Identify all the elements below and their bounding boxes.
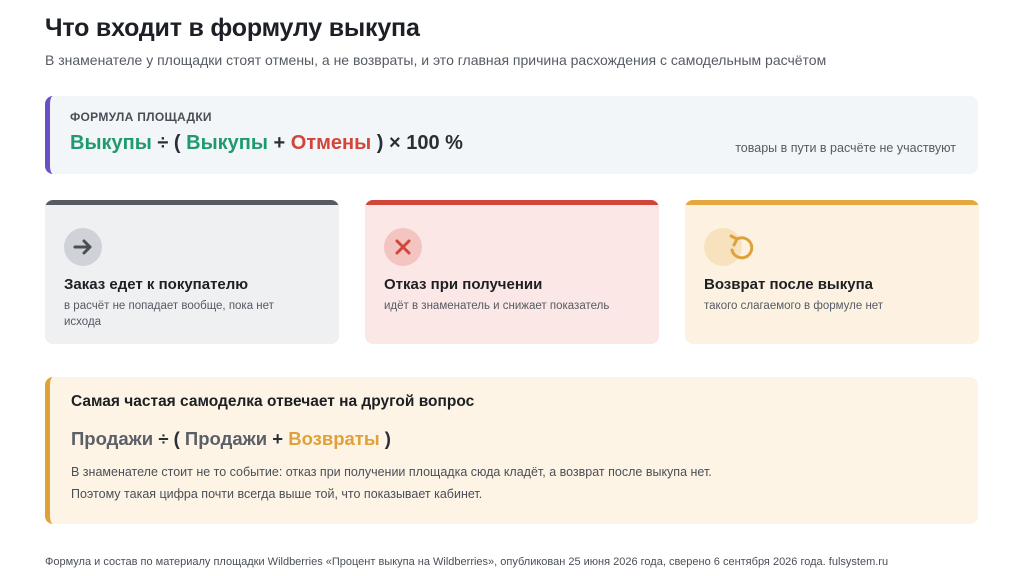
formula-operator: + xyxy=(267,428,289,449)
formula-operator: ÷ ( xyxy=(151,132,187,154)
formula-term-cancellations: Отмены xyxy=(290,132,372,154)
card-title: Возврат после выкупа xyxy=(704,276,873,293)
formula-operator: ) × 100 % xyxy=(371,132,463,154)
platform-formula-label: ФОРМУЛА ПЛОЩАДКИ xyxy=(70,110,212,124)
card-refusal-on-receipt: Отказ при получении идёт в знаменатель и… xyxy=(365,200,659,344)
formula-term-sales: Продажи xyxy=(184,428,268,449)
card-description: в расчёт не попадает вообще, пока нет ис… xyxy=(64,300,274,328)
arrow-right-icon xyxy=(64,228,102,266)
x-icon xyxy=(384,228,422,266)
formula-operator: ÷ ( xyxy=(153,428,185,449)
card-accent-bar xyxy=(365,200,659,205)
card-description: идёт в знаменатель и снижает показатель xyxy=(384,300,610,312)
card-return-after-buyout: Возврат после выкупа такого слагаемого в… xyxy=(685,200,979,344)
card-accent-bar xyxy=(45,200,339,205)
page-title: Что входит в формулу выкупа xyxy=(45,14,420,42)
platform-formula-panel: ФОРМУЛА ПЛОЩАДКИ Выкупы ÷ ( Выкупы + Отм… xyxy=(45,96,978,174)
card-title: Заказ едет к покупателю xyxy=(64,276,249,293)
homemade-formula-panel: Самая частая самоделка отвечает на друго… xyxy=(45,377,978,524)
formula-term-sales: Продажи xyxy=(71,428,154,449)
homemade-formula: Продажи ÷ ( Продажи + Возвраты ) xyxy=(71,428,391,450)
platform-formula: Выкупы ÷ ( Выкупы + Отмены ) × 100 % xyxy=(70,132,463,155)
page-subtitle: В знаменателе у площадки стоят отмены, а… xyxy=(45,52,827,68)
card-order-in-transit: Заказ едет к покупателю в расчёт не попа… xyxy=(45,200,339,344)
homemade-title: Самая частая самоделка отвечает на друго… xyxy=(71,393,475,410)
formula-term-buyouts: Выкупы xyxy=(186,132,268,154)
homemade-explanation-line: Поэтому такая цифра почти всегда выше то… xyxy=(71,487,483,501)
homemade-explanation-line: В знаменателе стоит не то событие: отказ… xyxy=(71,465,712,479)
source-footer: Формула и состав по материалу площадки W… xyxy=(45,556,889,568)
formula-operator: ) xyxy=(379,428,391,449)
card-description: такого слагаемого в формуле нет xyxy=(704,300,884,312)
platform-formula-note: товары в пути в расчёте не участвуют xyxy=(735,141,956,155)
card-accent-bar xyxy=(685,200,979,205)
formula-operator: + xyxy=(267,132,291,154)
formula-term-buyouts: Выкупы xyxy=(70,132,152,154)
card-title: Отказ при получении xyxy=(384,276,543,293)
formula-term-returns: Возвраты xyxy=(288,428,380,449)
return-arrow-icon xyxy=(704,228,754,266)
